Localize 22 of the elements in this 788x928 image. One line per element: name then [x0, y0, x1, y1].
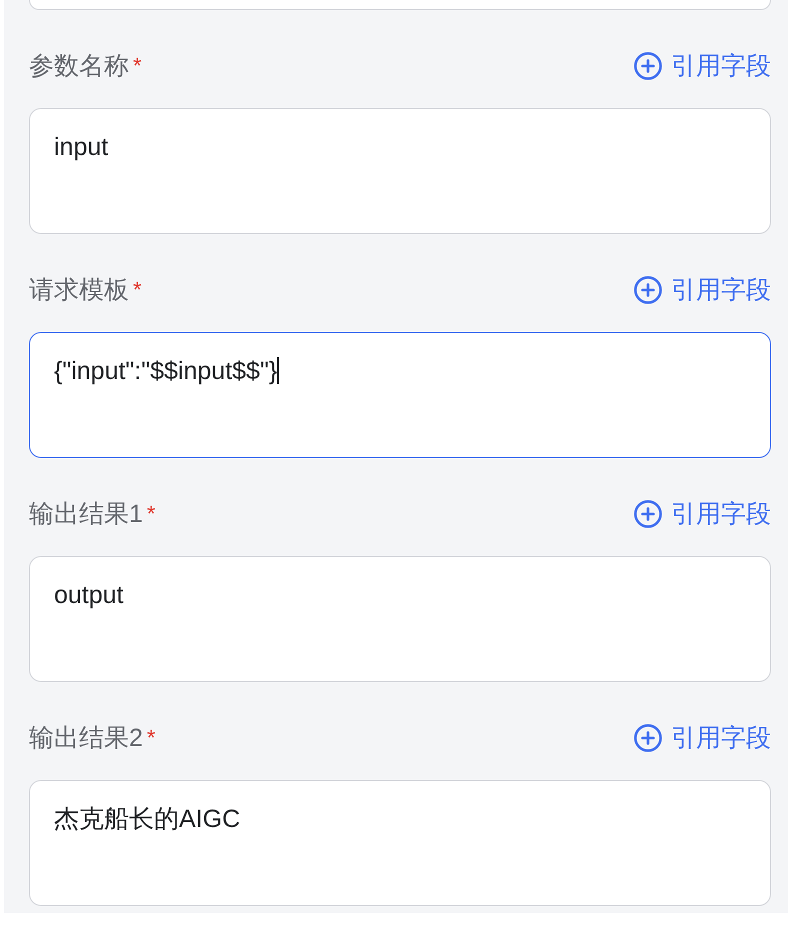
- text-area-field[interactable]: 杰克船长的AIGC: [29, 780, 771, 906]
- plus-circle-icon: [634, 500, 662, 528]
- field-label: 请求模板: [29, 275, 129, 306]
- reference-field-link[interactable]: 引用字段: [634, 722, 771, 754]
- field-label: 输出结果1: [29, 499, 143, 530]
- plus-circle-icon: [634, 276, 662, 304]
- reference-field-link[interactable]: 引用字段: [634, 274, 771, 306]
- required-mark: *: [133, 52, 142, 80]
- text-area-field[interactable]: output: [29, 556, 771, 682]
- reference-field-link[interactable]: 引用字段: [634, 50, 771, 82]
- required-mark: *: [133, 276, 142, 304]
- field-label: 输出结果2: [29, 723, 143, 754]
- text-area-field[interactable]: input: [29, 108, 771, 234]
- text-cursor-icon: [277, 357, 279, 384]
- plus-circle-icon: [634, 52, 662, 80]
- text-area-field[interactable]: [29, 0, 771, 10]
- required-mark: *: [146, 724, 156, 752]
- field-label: 参数名称: [29, 51, 129, 82]
- reference-field-link[interactable]: 引用字段: [634, 498, 771, 530]
- required-mark: *: [146, 500, 156, 528]
- text-area-field[interactable]: {"input":"$$input$$"}: [29, 332, 771, 458]
- plus-circle-icon: [634, 724, 662, 752]
